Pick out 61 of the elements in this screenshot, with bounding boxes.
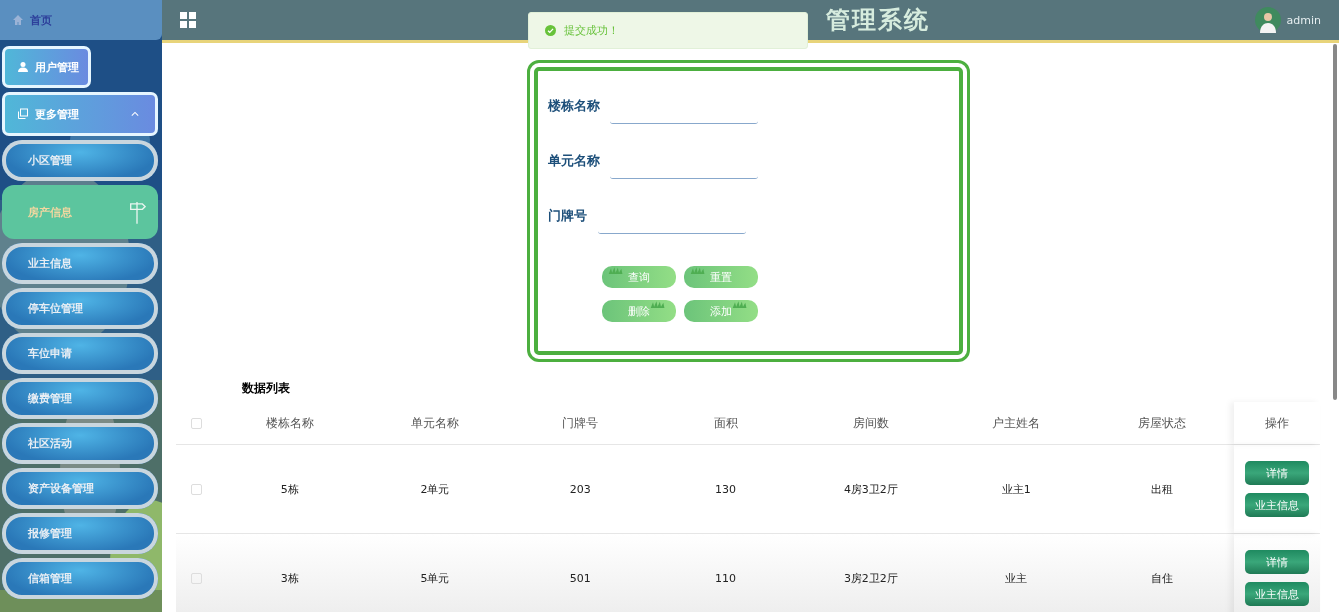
action-button[interactable]: 重置 <box>684 266 758 288</box>
username: admin <box>1286 13 1321 27</box>
action-button[interactable]: 添加 <box>684 300 758 322</box>
table-cell-text: 自住 <box>1149 570 1174 586</box>
column-header: 房间数 <box>851 414 890 432</box>
app-title: 管理系统 <box>826 5 930 36</box>
checkbox[interactable] <box>191 483 202 495</box>
toast-message: 提交成功！ <box>564 23 619 38</box>
column-header: 门牌号 <box>561 414 600 432</box>
submenu-item[interactable]: 车位申请 <box>2 333 158 374</box>
table-cell-text: 出租 <box>1149 481 1174 497</box>
field-label: 门牌号 <box>548 207 588 225</box>
home-icon <box>12 14 24 26</box>
table-cell-text: 业主 <box>1004 570 1029 586</box>
avatar-icon[interactable] <box>1254 7 1281 33</box>
chevron-icon <box>131 111 139 117</box>
copy-icon <box>17 108 29 120</box>
user-icon <box>17 61 29 73</box>
table-title: 数据列表 <box>241 380 291 397</box>
field-label: 单元名称 <box>548 152 601 170</box>
table-cell-text: 业主1 <box>1000 481 1032 497</box>
column-header: 户主姓名 <box>991 414 1042 432</box>
submenu-item[interactable]: 房产信息 <box>2 185 158 239</box>
row-action-button[interactable]: 详情 <box>1245 461 1310 485</box>
submenu-item[interactable]: 信箱管理 <box>2 558 158 599</box>
submenu-item[interactable]: 社区活动 <box>2 423 158 464</box>
row-action-button[interactable]: 业主信息 <box>1245 582 1310 606</box>
row-action-button[interactable]: 业主信息 <box>1245 493 1310 517</box>
table-cell-text: 2单元 <box>419 481 451 497</box>
checkbox[interactable] <box>191 417 202 429</box>
action-button[interactable]: 删除 <box>602 300 676 322</box>
table-cell-text: 130 <box>714 482 738 496</box>
menu-group[interactable]: 更多管理 <box>2 92 158 136</box>
check-circle-icon <box>545 25 556 36</box>
submenu-item[interactable]: 资产设备管理 <box>2 468 158 509</box>
submenu-item[interactable]: 报修管理 <box>2 513 158 554</box>
table-cell-text: 501 <box>568 571 592 585</box>
column-header: 单元名称 <box>409 414 460 432</box>
scrollbar[interactable] <box>1333 44 1337 400</box>
submenu-item[interactable]: 业主信息 <box>2 243 158 284</box>
table-cell-text: 110 <box>714 571 738 585</box>
home-menu-item[interactable]: 首页 <box>0 0 162 40</box>
field-label: 楼栋名称 <box>548 97 601 115</box>
action-button[interactable]: 查询 <box>602 266 676 288</box>
grid-menu-icon[interactable] <box>180 12 196 28</box>
table-cell-text: 5单元 <box>419 570 451 586</box>
submenu-item[interactable]: 缴费管理 <box>2 378 158 419</box>
row-action-button[interactable]: 详情 <box>1245 550 1310 574</box>
checkbox[interactable] <box>191 572 202 584</box>
table-cell-text: 5栋 <box>279 481 300 497</box>
submenu-item[interactable]: 停车位管理 <box>2 288 158 329</box>
table-cell-text: 4房3卫2厅 <box>842 481 899 497</box>
column-header: 房屋状态 <box>1136 414 1187 432</box>
table-cell-text: 3栋 <box>279 570 300 586</box>
column-header: 面积 <box>712 414 739 432</box>
column-header: 操作 <box>1234 402 1320 444</box>
table-cell-text: 203 <box>568 482 592 496</box>
column-header: 楼栋名称 <box>264 414 315 432</box>
table-cell-text: 3房2卫2厅 <box>842 570 899 586</box>
submenu-item[interactable]: 小区管理 <box>2 140 158 181</box>
menu-item[interactable]: 用户管理 <box>2 46 91 88</box>
